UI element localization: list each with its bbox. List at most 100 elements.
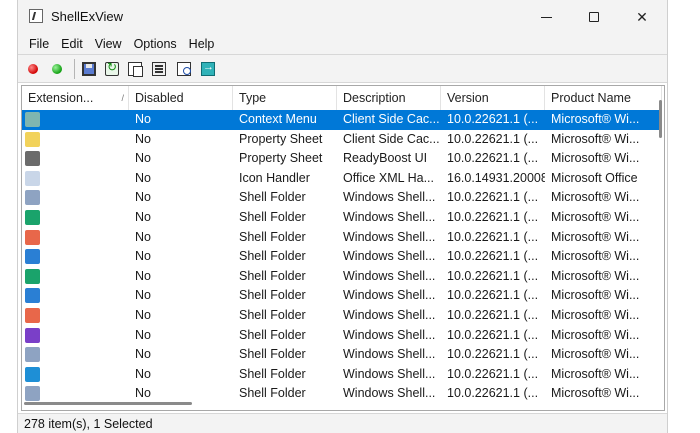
list-header: Extension... / Disabled Type Description … [22, 86, 662, 111]
enable-items-button[interactable] [48, 60, 66, 78]
music-folder-icon [25, 307, 40, 323]
find-button[interactable] [175, 60, 193, 78]
cell-description: Windows Shell... [343, 249, 436, 264]
table-row[interactable]: No Shell Folder Windows Shell... 10.0.22621… [22, 228, 662, 248]
table-row[interactable]: No Shell Folder Windows Shell... 10.0.22621… [22, 267, 662, 287]
table-row[interactable]: No Shell Folder Windows Shell... 10.0.22621… [22, 345, 662, 365]
column-header-extension[interactable]: Extension... / [22, 86, 129, 110]
minimize-button[interactable] [523, 0, 569, 34]
cell-type: Shell Folder [239, 268, 306, 283]
maximize-button[interactable] [571, 0, 617, 34]
copy-icon [128, 62, 143, 77]
refresh-icon [105, 60, 119, 76]
property-sheet-icon [25, 131, 40, 147]
exit-icon [201, 61, 215, 76]
cell-product-name: Microsoft® Wi... [551, 249, 640, 264]
cell-description: Windows Shell... [343, 347, 436, 362]
cell-disabled: No [135, 386, 151, 401]
cell-disabled: No [135, 288, 151, 303]
cell-version: 10.0.22621.1 (... [447, 327, 539, 342]
cell-version: 10.0.22621.1 (... [447, 366, 539, 381]
cell-disabled: No [135, 209, 151, 224]
cell-type: Shell Folder [239, 209, 306, 224]
table-row[interactable]: No Shell Folder Windows Shell... 10.0.22621… [22, 188, 662, 208]
cell-description: Office XML Ha... [343, 170, 435, 185]
cell-product-name: Microsoft® Wi... [551, 112, 640, 126]
close-button[interactable]: ✕ [619, 0, 665, 34]
extensions-list[interactable]: Extension... / Disabled Type Description … [21, 85, 665, 411]
table-row[interactable]: No Shell Folder Windows Shell... 10.0.22621… [22, 384, 662, 404]
vertical-scrollbar[interactable] [659, 100, 662, 138]
refresh-button[interactable] [103, 60, 121, 78]
cell-version: 10.0.22621.1 (... [447, 112, 539, 126]
cell-type: Shell Folder [239, 347, 306, 362]
cell-disabled: No [135, 131, 151, 146]
menu-bar: File Edit View Options Help [18, 34, 667, 54]
cell-disabled: No [135, 190, 151, 205]
properties-button[interactable] [150, 60, 168, 78]
title-bar[interactable]: ShellExView ✕ [18, 0, 667, 34]
horizontal-scrollbar[interactable] [24, 402, 192, 405]
table-row[interactable]: No Shell Folder Windows Shell... 10.0.22621… [22, 247, 662, 267]
shellexview-window: ShellExView ✕ File Edit View Options Hel… [17, 0, 668, 433]
list-rows: No Context Menu Client Side Cac... 10.0.226… [22, 110, 662, 404]
cell-disabled: No [135, 112, 151, 126]
cell-product-name: Microsoft® Wi... [551, 268, 640, 283]
cell-product-name: Microsoft® Wi... [551, 288, 640, 303]
cell-disabled: No [135, 268, 151, 283]
music-folder-icon [25, 229, 40, 245]
column-header-description[interactable]: Description [337, 86, 441, 110]
column-header-version[interactable]: Version [441, 86, 545, 110]
table-row[interactable]: No Property Sheet Client Side Cac... 10.0.2… [22, 130, 662, 150]
menu-view[interactable]: View [89, 34, 128, 54]
column-header-type[interactable]: Type [233, 86, 337, 110]
cell-type: Icon Handler [239, 170, 310, 185]
menu-file[interactable]: File [18, 34, 55, 54]
table-row[interactable]: No Shell Folder Windows Shell... 10.0.22621… [22, 286, 662, 306]
table-row[interactable]: No Shell Folder Windows Shell... 10.0.22621… [22, 365, 662, 385]
window-title: ShellExView [51, 9, 124, 24]
column-header-product-name[interactable]: Product Name [545, 86, 662, 110]
save-button[interactable] [80, 60, 98, 78]
cell-product-name: Microsoft® Wi... [551, 386, 640, 401]
cell-type: Shell Folder [239, 307, 306, 322]
menu-help[interactable]: Help [183, 34, 221, 54]
folder-icon [25, 386, 40, 402]
table-row[interactable]: No Shell Folder Windows Shell... 10.0.22621… [22, 326, 662, 346]
cell-product-name: Microsoft® Wi... [551, 347, 640, 362]
menu-options[interactable]: Options [128, 34, 183, 54]
cell-product-name: Microsoft® Wi... [551, 209, 640, 224]
cell-disabled: No [135, 151, 151, 166]
table-row[interactable]: No Shell Folder Windows Shell... 10.0.22621… [22, 306, 662, 326]
cell-description: Client Side Cac... [343, 131, 440, 146]
column-header-disabled[interactable]: Disabled [129, 86, 233, 110]
cell-description: Windows Shell... [343, 386, 436, 401]
table-row[interactable]: No Icon Handler Office XML Ha... 16.0.14931… [22, 169, 662, 189]
cell-type: Shell Folder [239, 190, 306, 205]
cell-type: Shell Folder [239, 249, 306, 264]
copy-button[interactable] [126, 60, 144, 78]
disable-items-button[interactable] [24, 60, 42, 78]
xml-file-icon [25, 170, 40, 186]
pictures-folder-icon [25, 249, 40, 265]
cell-disabled: No [135, 366, 151, 381]
table-row[interactable]: No Shell Folder Windows Shell... 10.0.22621… [22, 208, 662, 228]
cell-disabled: No [135, 327, 151, 342]
cell-description: Windows Shell... [343, 268, 436, 283]
exit-button[interactable] [199, 60, 217, 78]
cell-product-name: Microsoft® Wi... [551, 229, 640, 244]
find-icon [177, 62, 191, 76]
cell-type: Shell Folder [239, 386, 306, 401]
menu-edit[interactable]: Edit [55, 34, 89, 54]
cell-version: 10.0.22621.1 (... [447, 268, 539, 283]
table-row[interactable]: No Property Sheet ReadyBoost UI 10.0.22621.… [22, 149, 662, 169]
cell-description: Windows Shell... [343, 327, 436, 342]
cell-version: 10.0.22621.1 (... [447, 209, 539, 224]
cell-type: Shell Folder [239, 327, 306, 342]
table-row[interactable]: No Context Menu Client Side Cac... 10.0.226… [22, 110, 662, 130]
documents-folder-icon [25, 347, 40, 363]
cell-type: Context Menu [239, 112, 317, 126]
context-menu-icon [25, 112, 40, 127]
cell-product-name: Microsoft® Wi... [551, 307, 640, 322]
cell-product-name: Microsoft® Wi... [551, 190, 640, 205]
